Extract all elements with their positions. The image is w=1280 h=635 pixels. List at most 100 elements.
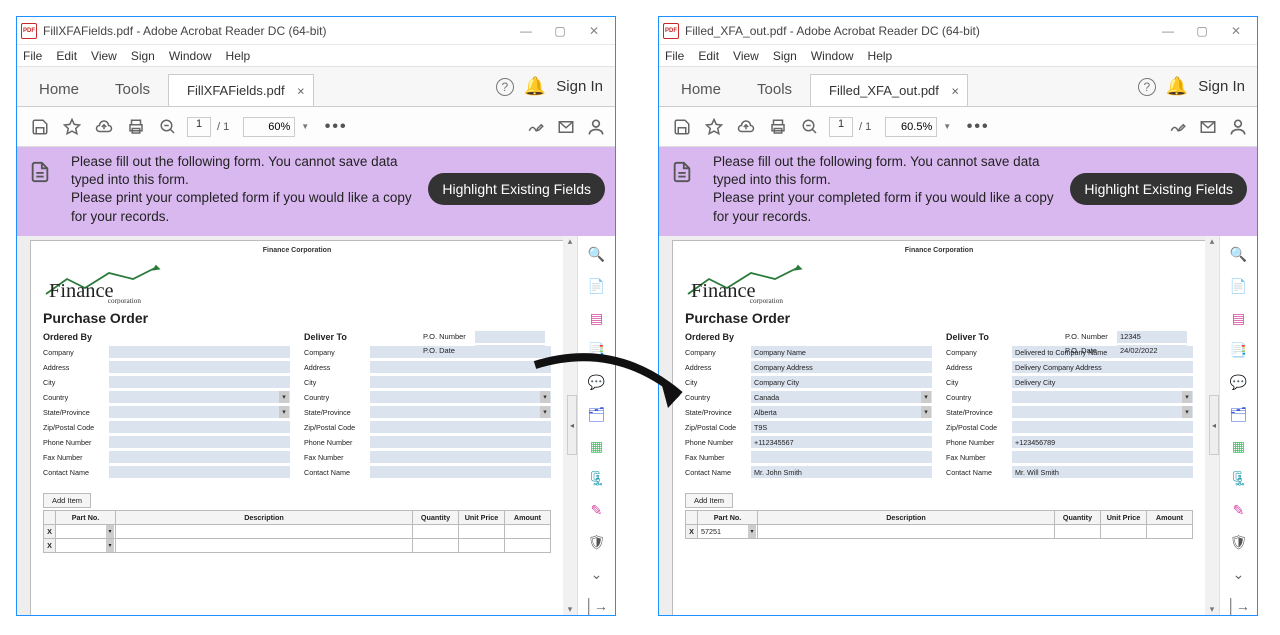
organize-icon[interactable]: ▦ <box>1228 437 1250 455</box>
page-number-input[interactable]: 1 <box>829 117 853 137</box>
edit-pdf-icon[interactable]: ▤ <box>1228 310 1250 328</box>
protect-icon[interactable]: 🛡 <box>586 533 608 551</box>
help-icon[interactable]: ? <box>496 78 514 96</box>
right-pane-toggle[interactable]: ◂ <box>567 395 577 455</box>
deliver-phone[interactable] <box>370 436 551 448</box>
document-tab[interactable]: FillXFAFields.pdf × <box>168 74 314 106</box>
deliver-zip[interactable] <box>1012 421 1193 433</box>
tab-close-icon[interactable]: × <box>951 83 959 98</box>
ordered-city[interactable] <box>109 376 290 388</box>
deliver-contact[interactable]: Mr. Will Smith <box>1012 466 1193 478</box>
combine-icon[interactable]: 🗂 <box>586 405 608 423</box>
deliver-country[interactable] <box>370 391 551 403</box>
minimize-button[interactable]: — <box>515 24 537 38</box>
zoom-out-icon[interactable] <box>155 114 181 140</box>
deliver-address[interactable]: Delivery Company Address <box>1012 361 1193 373</box>
ordered-contact[interactable]: Mr. John Smith <box>751 466 932 478</box>
highlight-fields-button[interactable]: Highlight Existing Fields <box>428 173 605 205</box>
po-date-field[interactable] <box>475 345 545 357</box>
menu-edit[interactable]: Edit <box>698 49 719 63</box>
create-pdf-icon[interactable]: 📑 <box>586 342 608 360</box>
deliver-zip[interactable] <box>370 421 551 433</box>
tab-close-icon[interactable]: × <box>297 83 305 98</box>
protect-icon[interactable]: 🛡 <box>1228 533 1250 551</box>
bell-icon[interactable]: 🔔 <box>524 76 546 97</box>
right-pane-toggle[interactable]: ◂ <box>1209 395 1219 455</box>
expand-icon[interactable]: │→ <box>1228 597 1250 615</box>
po-date-field[interactable]: 24/02/2022 <box>1117 345 1187 357</box>
menu-window[interactable]: Window <box>811 49 854 63</box>
sign-in-link[interactable]: Sign In <box>556 78 603 95</box>
ordered-zip[interactable]: T9S <box>751 421 932 433</box>
deliver-country[interactable] <box>1012 391 1193 403</box>
print-icon[interactable] <box>123 114 149 140</box>
highlight-fields-button[interactable]: Highlight Existing Fields <box>1070 173 1247 205</box>
redact-icon[interactable]: ✎ <box>1228 501 1250 519</box>
export-pdf-icon[interactable]: 📄 <box>586 278 608 296</box>
comment-icon[interactable]: 💬 <box>1228 374 1250 392</box>
minimize-button[interactable]: — <box>1157 24 1179 38</box>
menu-view[interactable]: View <box>733 49 759 63</box>
search-icon[interactable]: 🔍 <box>1228 246 1250 264</box>
ordered-city[interactable]: Company City <box>751 376 932 388</box>
ordered-company[interactable] <box>109 346 290 358</box>
deliver-city[interactable] <box>370 376 551 388</box>
tab-tools[interactable]: Tools <box>739 71 810 106</box>
document-tab[interactable]: Filled_XFA_out.pdf × <box>810 74 968 106</box>
maximize-button[interactable]: ▢ <box>1191 24 1213 38</box>
cloud-upload-icon[interactable] <box>733 114 759 140</box>
export-pdf-icon[interactable]: 📄 <box>1228 278 1250 296</box>
close-button[interactable]: ✕ <box>1225 24 1247 38</box>
help-icon[interactable]: ? <box>1138 78 1156 96</box>
create-pdf-icon[interactable]: 📑 <box>1228 342 1250 360</box>
compress-icon[interactable]: 🗜 <box>586 469 608 487</box>
page-number-input[interactable]: 1 <box>187 117 211 137</box>
organize-icon[interactable]: ▦ <box>586 437 608 455</box>
ordered-fax[interactable] <box>109 451 290 463</box>
close-button[interactable]: ✕ <box>583 24 605 38</box>
deliver-state[interactable] <box>1012 406 1193 418</box>
redact-icon[interactable]: ✎ <box>586 501 608 519</box>
ordered-contact[interactable] <box>109 466 290 478</box>
menu-sign[interactable]: Sign <box>773 49 797 63</box>
ordered-phone[interactable] <box>109 436 290 448</box>
zoom-level[interactable]: 60% <box>243 117 295 137</box>
document-viewport[interactable]: Finance Corporation Financecorporation P… <box>659 236 1219 615</box>
ordered-fax[interactable] <box>751 451 932 463</box>
ordered-address[interactable] <box>109 361 290 373</box>
more-icon[interactable]: ••• <box>323 114 349 140</box>
tab-home[interactable]: Home <box>21 71 97 106</box>
chevron-down-icon[interactable]: ⌄ <box>586 565 608 583</box>
ordered-phone[interactable]: +112345567 <box>751 436 932 448</box>
comment-icon[interactable]: 💬 <box>586 374 608 392</box>
menu-help[interactable]: Help <box>226 49 251 63</box>
chevron-down-icon[interactable]: ⌄ <box>1228 565 1250 583</box>
menu-file[interactable]: File <box>23 49 42 63</box>
print-icon[interactable] <box>765 114 791 140</box>
part-cell[interactable] <box>56 524 116 538</box>
menu-window[interactable]: Window <box>169 49 212 63</box>
deliver-state[interactable] <box>370 406 551 418</box>
ordered-address[interactable]: Company Address <box>751 361 932 373</box>
deliver-city[interactable]: Delivery City <box>1012 376 1193 388</box>
zoom-out-icon[interactable] <box>797 114 823 140</box>
add-item-button[interactable]: Add Item <box>685 493 733 508</box>
deliver-fax[interactable] <box>1012 451 1193 463</box>
sign-in-link[interactable]: Sign In <box>1198 78 1245 95</box>
edit-pdf-icon[interactable]: ▤ <box>586 310 608 328</box>
user-icon[interactable] <box>1225 114 1251 140</box>
combine-icon[interactable]: 🗂 <box>1228 405 1250 423</box>
menu-sign[interactable]: Sign <box>131 49 155 63</box>
more-icon[interactable]: ••• <box>965 114 991 140</box>
expand-icon[interactable]: │→ <box>586 597 608 615</box>
ordered-state[interactable]: Alberta <box>751 406 932 418</box>
deliver-address[interactable] <box>370 361 551 373</box>
ordered-company[interactable]: Company Name <box>751 346 932 358</box>
menu-view[interactable]: View <box>91 49 117 63</box>
save-icon[interactable] <box>27 114 53 140</box>
sign-tool-icon[interactable] <box>1165 114 1191 140</box>
star-icon[interactable] <box>701 114 727 140</box>
save-icon[interactable] <box>669 114 695 140</box>
mail-icon[interactable] <box>553 114 579 140</box>
cloud-upload-icon[interactable] <box>91 114 117 140</box>
